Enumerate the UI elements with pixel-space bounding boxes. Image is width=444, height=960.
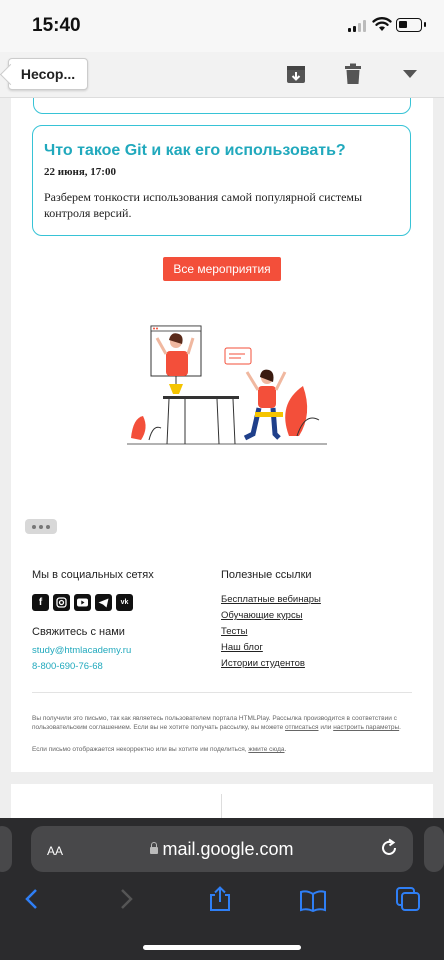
telegram-icon[interactable] [95, 594, 112, 611]
event-title[interactable]: Что такое Git и как его использовать? [44, 142, 346, 160]
prev-tab-peek[interactable] [0, 826, 12, 872]
status-bar: 15:40 [0, 0, 444, 52]
wifi-icon [372, 17, 392, 31]
unsubscribe-link[interactable]: отписаться [285, 724, 318, 731]
legal-notice: Вы получили это письмо, так как являетес… [32, 715, 401, 731]
contact-phone-link[interactable]: 8-800-690-76-68 [32, 661, 103, 672]
link-student-stories[interactable]: Истории студентов [221, 658, 321, 669]
lock-icon [150, 842, 159, 854]
share-icon[interactable] [208, 886, 232, 912]
reload-icon[interactable] [379, 838, 399, 858]
link-blog[interactable]: Наш блог [221, 642, 321, 653]
links-title: Полезные ссылки [221, 569, 312, 581]
link-free-webinars[interactable]: Бесплатные вебинары [221, 594, 321, 605]
facebook-icon[interactable]: f [32, 594, 49, 611]
home-indicator[interactable] [143, 945, 301, 950]
legal-or: или [320, 724, 332, 731]
address-bar[interactable]: AA mail.google.com [31, 826, 413, 872]
cellular-signal-icon [348, 20, 366, 32]
previous-event-card [33, 98, 411, 114]
useful-links: Бесплатные вебинары Обучающие курсы Тест… [221, 594, 321, 674]
contact-title: Свяжитесь с нами [32, 626, 125, 638]
link-courses[interactable]: Обучающие курсы [221, 610, 321, 621]
settings-link[interactable]: настроить параметры [333, 724, 399, 731]
show-trimmed-content-button[interactable] [25, 519, 57, 534]
tabs-icon[interactable] [395, 886, 421, 912]
event-date: 22 июня, 17:00 [44, 166, 116, 178]
view-online-link[interactable]: жмите сюда [248, 746, 284, 753]
all-events-button[interactable]: Все мероприятия [163, 257, 281, 281]
clock: 15:40 [32, 15, 81, 36]
back-chevron-icon[interactable] [24, 888, 38, 910]
mail-toolbar: Несор... [0, 52, 444, 98]
url-text: mail.google.com [162, 839, 294, 859]
social-title: Мы в социальных сетях [32, 569, 154, 581]
event-description: Разберем тонкости использования самой по… [44, 190, 363, 220]
contact-email-link[interactable]: study@htmlacademy.ru [32, 645, 131, 656]
vk-icon[interactable]: vk [116, 594, 133, 611]
instagram-icon[interactable] [53, 594, 70, 611]
more-dropdown-icon[interactable] [403, 70, 417, 78]
url-display[interactable]: mail.google.com [31, 839, 413, 860]
youtube-icon[interactable] [74, 594, 91, 611]
footer-divider [32, 692, 412, 693]
people-at-computer-illustration [127, 325, 327, 445]
view-online-notice: Если письмо отображается некорректно или… [32, 746, 287, 753]
back-button[interactable]: Несор... [8, 58, 88, 90]
view-online-text: Если письмо отображается некорректно или… [32, 746, 247, 753]
bookmarks-icon[interactable] [299, 890, 327, 912]
battery-icon [396, 18, 426, 32]
trash-icon[interactable] [343, 63, 363, 85]
forward-chevron-icon[interactable] [120, 888, 134, 910]
event-card[interactable]: Что такое Git и как его использовать? 22… [32, 125, 411, 236]
next-tab-peek[interactable] [424, 826, 444, 872]
social-links: f vk [32, 594, 133, 611]
email-body: Что такое Git и как его использовать? 22… [11, 98, 433, 772]
archive-icon[interactable] [285, 63, 307, 85]
back-button-label: Несор... [20, 66, 76, 82]
link-tests[interactable]: Тесты [221, 626, 321, 637]
safari-bottom-bar: AA mail.google.com [0, 818, 444, 960]
